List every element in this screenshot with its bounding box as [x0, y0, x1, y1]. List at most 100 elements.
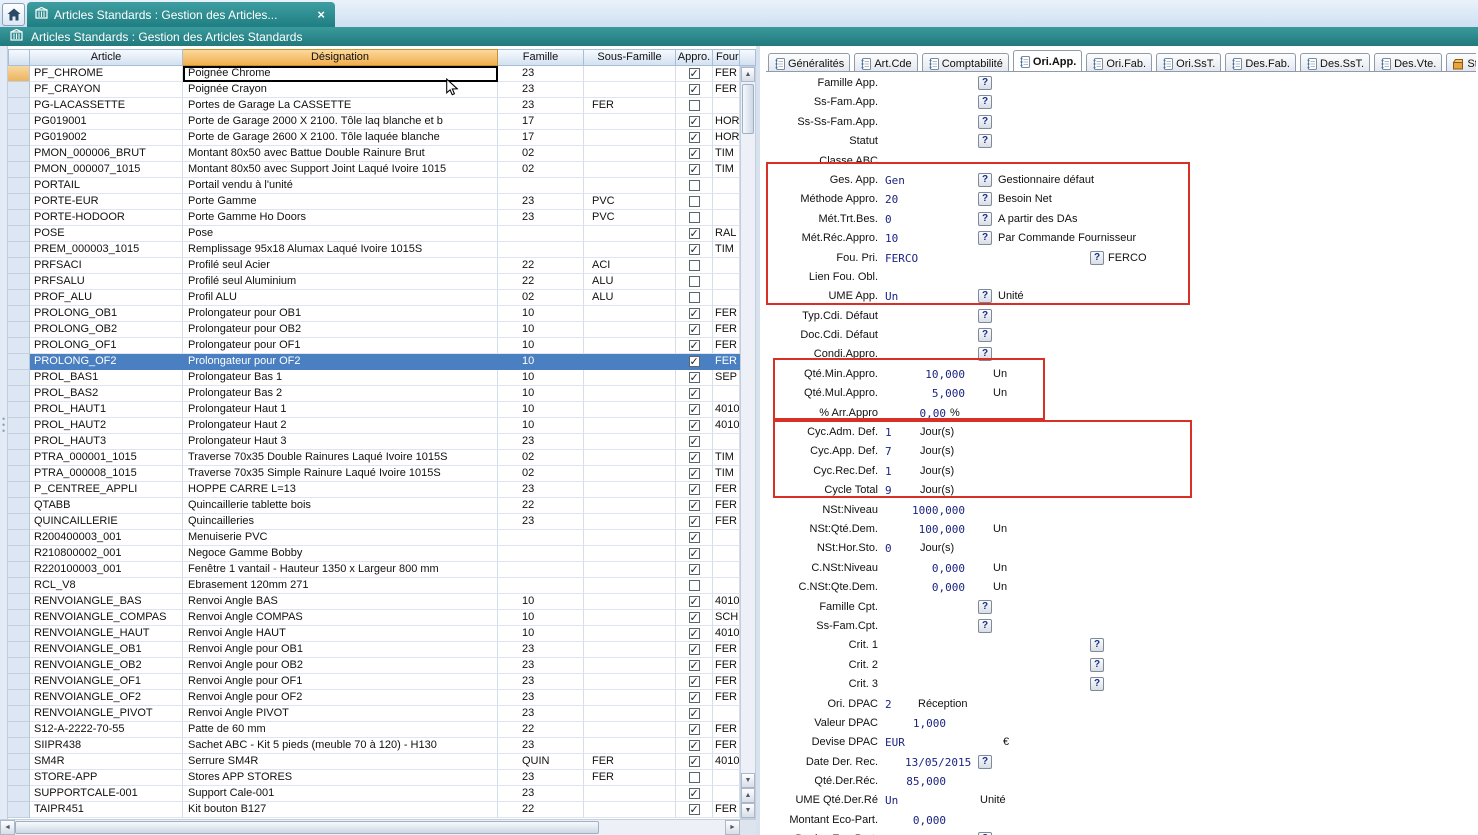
- row-gutter[interactable]: [8, 402, 30, 418]
- cell-article[interactable]: PORTE-EUR: [30, 194, 183, 210]
- cell-sous-famille[interactable]: [584, 242, 676, 258]
- table-row[interactable]: R220100003_001 Fenêtre 1 vantail - Haute…: [8, 562, 740, 578]
- cell-famille[interactable]: [498, 546, 584, 562]
- field-value[interactable]: Gen: [885, 174, 905, 187]
- cell-designation[interactable]: Prolongateur pour OF1: [183, 338, 498, 354]
- row-gutter[interactable]: [8, 82, 30, 98]
- table-row[interactable]: POSE Pose RAL: [8, 226, 740, 242]
- cell-sous-famille[interactable]: [584, 306, 676, 322]
- appro-checkbox[interactable]: [689, 692, 700, 703]
- appro-checkbox[interactable]: [689, 548, 700, 559]
- table-row[interactable]: RENVOIANGLE_BAS Renvoi Angle BAS 10 4010: [8, 594, 740, 610]
- cell-appro[interactable]: [676, 242, 713, 258]
- cell-appro[interactable]: [676, 162, 713, 178]
- appro-checkbox[interactable]: [689, 212, 700, 223]
- table-row[interactable]: PTRA_000001_1015 Traverse 70x35 Double R…: [8, 450, 740, 466]
- row-gutter[interactable]: [8, 594, 30, 610]
- row-gutter[interactable]: [8, 114, 30, 130]
- cell-fournisseur[interactable]: [713, 210, 740, 226]
- cell-sous-famille[interactable]: [584, 674, 676, 690]
- cell-famille[interactable]: 23: [498, 786, 584, 802]
- help-button[interactable]: ?: [1090, 638, 1104, 652]
- cell-sous-famille[interactable]: [584, 530, 676, 546]
- cell-sous-famille[interactable]: [584, 226, 676, 242]
- cell-appro[interactable]: [676, 514, 713, 530]
- row-gutter[interactable]: [8, 386, 30, 402]
- cell-famille[interactable]: 10: [498, 354, 584, 370]
- cell-sous-famille[interactable]: ALU: [584, 290, 676, 306]
- cell-famille[interactable]: 22: [498, 498, 584, 514]
- appro-checkbox[interactable]: [689, 772, 700, 783]
- cell-famille[interactable]: 23: [498, 642, 584, 658]
- cell-fournisseur[interactable]: FER: [713, 82, 740, 98]
- cell-article[interactable]: RENVOIANGLE_HAUT: [30, 626, 183, 642]
- cell-article[interactable]: RENVOIANGLE_OB2: [30, 658, 183, 674]
- cell-article[interactable]: RENVOIANGLE_PIVOT: [30, 706, 183, 722]
- cell-appro[interactable]: [676, 690, 713, 706]
- cell-designation[interactable]: Serrure SM4R: [183, 754, 498, 770]
- cell-fournisseur[interactable]: SEP: [713, 370, 740, 386]
- header-fournisseur[interactable]: Four: [713, 49, 740, 66]
- row-gutter[interactable]: [8, 562, 30, 578]
- cell-designation[interactable]: Renvoi Angle pour OF1: [183, 674, 498, 690]
- appro-checkbox[interactable]: [689, 244, 700, 255]
- vertical-scrollbar[interactable]: ▲ ▼ ▲ ▼: [740, 66, 756, 819]
- cell-article[interactable]: RENVOIANGLE_COMPAS: [30, 610, 183, 626]
- cell-designation[interactable]: Traverse 70x35 Double Rainures Laqué Ivo…: [183, 450, 498, 466]
- cell-sous-famille[interactable]: FER: [584, 98, 676, 114]
- cell-article[interactable]: RCL_V8: [30, 578, 183, 594]
- appro-checkbox[interactable]: [689, 148, 700, 159]
- cell-appro[interactable]: [676, 594, 713, 610]
- cell-famille[interactable]: 23: [498, 770, 584, 786]
- appro-checkbox[interactable]: [689, 724, 700, 735]
- appro-checkbox[interactable]: [689, 676, 700, 687]
- cell-famille[interactable]: 02: [498, 466, 584, 482]
- cell-fournisseur[interactable]: [713, 786, 740, 802]
- field-value[interactable]: FERCO: [885, 252, 918, 265]
- field-value[interactable]: 0: [885, 542, 892, 555]
- cell-appro[interactable]: [676, 354, 713, 370]
- help-button[interactable]: ?: [978, 328, 992, 342]
- appro-checkbox[interactable]: [689, 132, 700, 143]
- row-gutter[interactable]: [8, 754, 30, 770]
- cell-designation[interactable]: Prolongateur Bas 1: [183, 370, 498, 386]
- row-gutter[interactable]: [8, 338, 30, 354]
- cell-famille[interactable]: 23: [498, 194, 584, 210]
- cell-article[interactable]: PROL_HAUT1: [30, 402, 183, 418]
- cell-appro[interactable]: [676, 226, 713, 242]
- cell-appro[interactable]: [676, 466, 713, 482]
- help-button[interactable]: ?: [1090, 658, 1104, 672]
- cell-designation[interactable]: Prolongateur Bas 2: [183, 386, 498, 402]
- cell-famille[interactable]: 22: [498, 258, 584, 274]
- cell-article[interactable]: R210800002_001: [30, 546, 183, 562]
- cell-appro[interactable]: [676, 82, 713, 98]
- cell-famille[interactable]: 22: [498, 722, 584, 738]
- cell-appro[interactable]: [676, 306, 713, 322]
- cell-article[interactable]: PROL_HAUT2: [30, 418, 183, 434]
- cell-designation[interactable]: Fenêtre 1 vantail - Hauteur 1350 x Large…: [183, 562, 498, 578]
- field-value[interactable]: 0,000: [885, 814, 946, 827]
- field-value[interactable]: EUR: [885, 736, 905, 749]
- cell-designation[interactable]: Negoce Gamme Bobby: [183, 546, 498, 562]
- field-value[interactable]: 1000,000: [885, 504, 965, 517]
- table-row[interactable]: STORE-APP Stores APP STORES 23 FER: [8, 770, 740, 786]
- tab-comptabilit[interactable]: Comptabilité: [922, 53, 1009, 72]
- row-gutter[interactable]: [8, 162, 30, 178]
- cell-designation[interactable]: Montant 80x50 avec Support Joint Laqué I…: [183, 162, 498, 178]
- cell-article[interactable]: PORTAIL: [30, 178, 183, 194]
- cell-fournisseur[interactable]: FER: [713, 738, 740, 754]
- cell-fournisseur[interactable]: [713, 578, 740, 594]
- cell-appro[interactable]: [676, 642, 713, 658]
- cell-fournisseur[interactable]: [713, 178, 740, 194]
- cell-famille[interactable]: 02: [498, 146, 584, 162]
- cell-sous-famille[interactable]: FER: [584, 770, 676, 786]
- row-gutter[interactable]: [8, 418, 30, 434]
- field-value[interactable]: 0,000: [885, 562, 965, 575]
- appro-checkbox[interactable]: [689, 404, 700, 415]
- table-row[interactable]: PG019002 Porte de Garage 2600 X 2100. Tô…: [8, 130, 740, 146]
- cell-appro[interactable]: [676, 146, 713, 162]
- cell-sous-famille[interactable]: [584, 706, 676, 722]
- appro-checkbox[interactable]: [689, 100, 700, 111]
- cell-fournisseur[interactable]: RAL: [713, 226, 740, 242]
- table-row[interactable]: QUINCAILLERIE Quincailleries 23 FER: [8, 514, 740, 530]
